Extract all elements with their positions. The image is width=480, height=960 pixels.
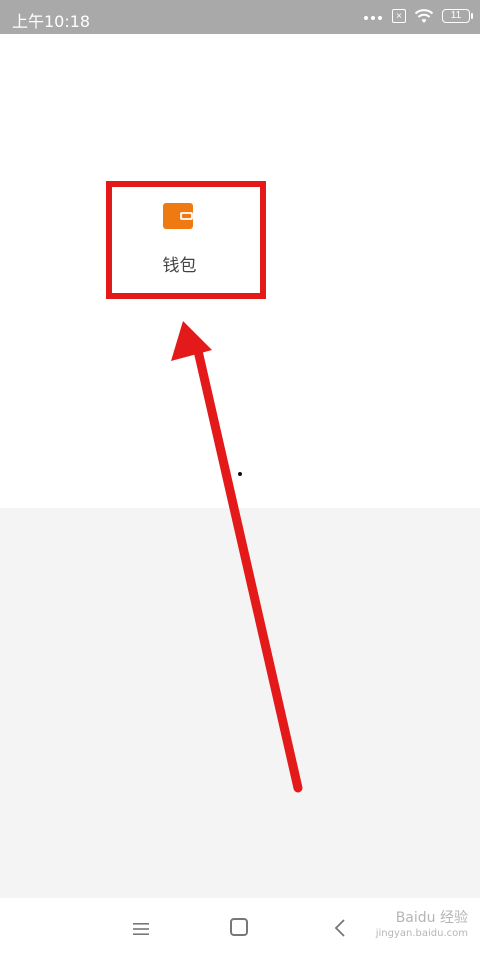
watermark-url: jingyan.baidu.com	[375, 928, 468, 939]
no-sim-icon: ×	[392, 9, 406, 23]
home-icon[interactable]	[230, 918, 248, 936]
status-icons: × 11	[364, 8, 473, 24]
watermark-brand: Baidu 经验	[395, 910, 468, 926]
menu-icon[interactable]	[132, 920, 150, 938]
wifi-icon	[414, 9, 434, 23]
touch-dot	[238, 472, 242, 476]
highlight-box	[106, 181, 266, 299]
watermark: Baidu 经验 jingyan.baidu.com	[376, 910, 468, 942]
more-notifications-icon	[364, 9, 384, 23]
battery-icon: 11	[442, 9, 473, 23]
status-time: 上午10:18	[12, 12, 91, 31]
status-bar: 上午10:18 × 11	[0, 0, 480, 34]
back-icon[interactable]	[334, 919, 346, 937]
